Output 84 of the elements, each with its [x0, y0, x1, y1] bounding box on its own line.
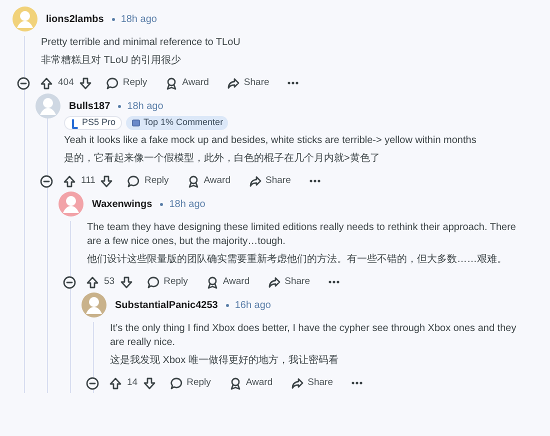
share-button[interactable]: Share	[248, 174, 291, 188]
more-icon	[308, 178, 321, 184]
collapse-button[interactable]	[17, 76, 30, 90]
collapse-button[interactable]	[40, 174, 53, 188]
upvote-button[interactable]	[109, 376, 122, 390]
upvote-icon	[63, 174, 76, 188]
reply-button[interactable]: Reply	[127, 174, 169, 188]
trophy-icon	[130, 118, 141, 128]
timestamp: 18h ago	[120, 12, 157, 26]
comment-text: 非常糟糕且对 TLoU 的引用很少	[41, 54, 182, 68]
more-options-button[interactable]	[351, 380, 363, 386]
reply-button[interactable]: Reply	[146, 274, 188, 290]
comment-text: The team they have designing these limited editions really needs to rethink their approach. There are a few nice ones, but the majority…tough.	[87, 221, 517, 249]
achievement-badge: Top 1% Commenter	[126, 116, 228, 130]
comment-text: 是的，它看起来像一个假模型，此外，白色的棍子在几个月内就>黄色了	[64, 152, 381, 166]
award-icon	[186, 174, 200, 188]
downvote-icon	[142, 376, 156, 390]
username[interactable]: Waxenwings	[92, 196, 152, 212]
share-icon	[268, 276, 281, 288]
comment-text: It’s the only thing I find Xbox does better, I have the cypher see through Xbox ones and they are really nice.	[110, 322, 518, 350]
downvote-button[interactable]	[100, 174, 114, 188]
downvote-icon	[120, 276, 133, 288]
vote-count: 404	[58, 76, 74, 90]
downvote-button[interactable]	[120, 276, 133, 288]
upvote-button[interactable]	[63, 174, 76, 188]
vote-count: 14	[127, 376, 138, 390]
award-button[interactable]: Award	[186, 174, 231, 188]
award-icon	[206, 276, 219, 288]
flair-icon	[70, 118, 79, 128]
collapse-icon	[86, 376, 99, 390]
award-button[interactable]: Award	[206, 274, 250, 290]
share-button[interactable]: Share	[226, 76, 270, 90]
share-button[interactable]: Share	[290, 376, 333, 390]
downvote-icon	[78, 76, 92, 90]
award-button[interactable]: Award	[228, 376, 273, 390]
award-button[interactable]: Award	[165, 76, 209, 90]
vote-count: 53	[104, 274, 115, 289]
reply-button[interactable]: Reply	[170, 376, 211, 390]
more-options-button[interactable]	[287, 80, 300, 86]
collapse-button[interactable]	[86, 376, 99, 390]
timestamp: 18h ago	[127, 100, 164, 114]
comment-text: 他们设计这些限量版的团队确实需要重新考虑他们的方法。有一些不错的，但大多数……艰难。	[87, 253, 508, 267]
award-icon	[165, 76, 178, 90]
award-icon	[228, 376, 242, 390]
comment-text: 这是我发现 Xbox 唯一做得更好的地方，我让密码看	[110, 354, 340, 368]
reply-icon	[146, 276, 160, 288]
username[interactable]: lions2lambs	[46, 12, 104, 26]
upvote-icon	[86, 276, 99, 288]
collapse-icon	[63, 276, 76, 288]
upvote-icon	[109, 376, 122, 390]
timestamp: 18h ago	[169, 198, 206, 212]
more-icon	[328, 279, 340, 285]
avatar-icon	[81, 292, 107, 318]
reply-icon	[170, 376, 183, 390]
comment-text: Yeah it looks like a fake mock up and besides, white sticks are terrible-> yellow within months	[64, 134, 478, 148]
downvote-button[interactable]	[78, 76, 92, 90]
share-icon	[226, 76, 240, 90]
downvote-icon	[100, 174, 114, 188]
share-icon	[290, 376, 304, 390]
timestamp: 16h ago	[234, 298, 271, 312]
upvote-button[interactable]	[86, 276, 99, 288]
share-icon	[248, 174, 262, 188]
more-options-button[interactable]	[328, 279, 340, 285]
username[interactable]: Bulls187	[69, 98, 110, 114]
share-button[interactable]: Share	[268, 274, 310, 290]
user-flair: PS5 Pro	[64, 116, 122, 130]
more-icon	[351, 380, 363, 386]
avatar-icon	[12, 6, 38, 32]
reply-icon	[106, 76, 119, 90]
collapse-icon	[40, 174, 53, 188]
reply-button[interactable]: Reply	[106, 76, 148, 90]
collapse-button[interactable]	[63, 276, 76, 288]
collapse-icon	[17, 76, 30, 90]
downvote-button[interactable]	[142, 376, 156, 390]
reply-icon	[127, 174, 140, 188]
username[interactable]: SubstantialPanic4253	[115, 298, 218, 312]
more-options-button[interactable]	[308, 178, 321, 184]
avatar-icon	[58, 191, 84, 217]
vote-count: 111	[81, 174, 96, 188]
comment-text: Pretty terrible and minimal reference to TLoU	[41, 36, 242, 50]
more-icon	[287, 80, 300, 86]
avatar-icon	[35, 93, 61, 119]
upvote-icon	[40, 76, 53, 90]
upvote-button[interactable]	[40, 76, 53, 90]
